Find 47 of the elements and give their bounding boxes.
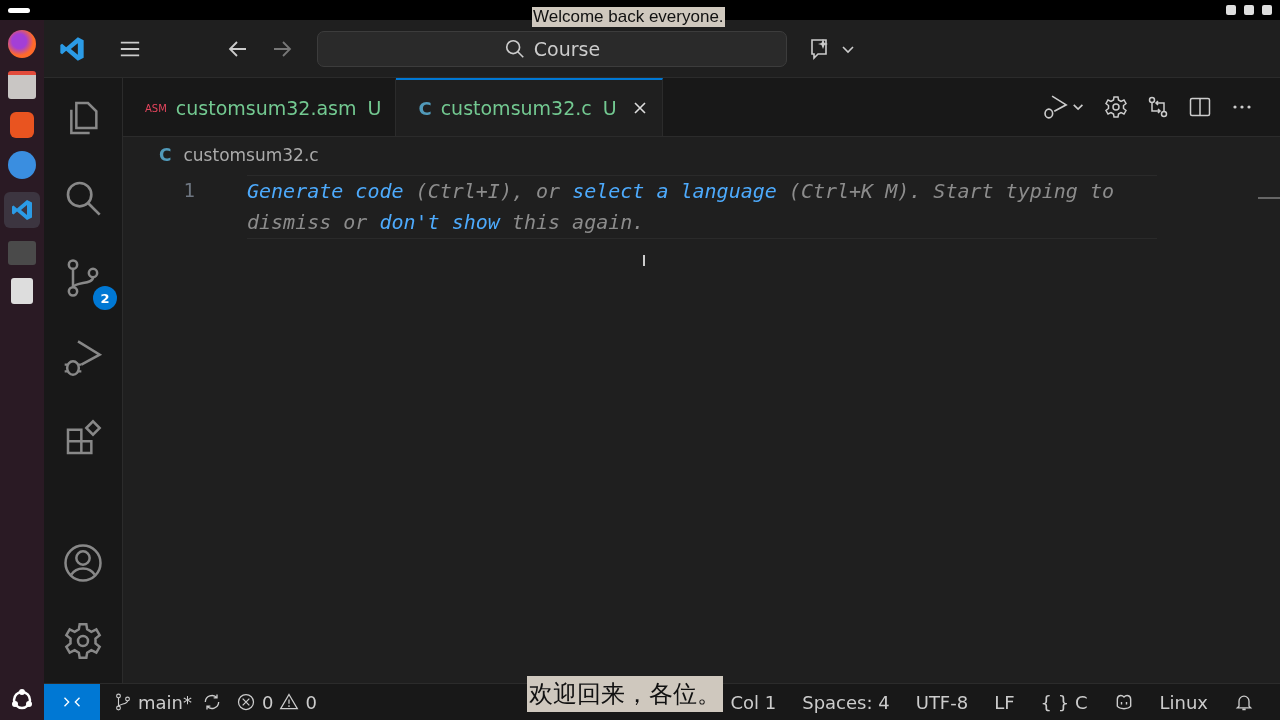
subtitle-caption: Welcome back everyone.	[532, 7, 725, 27]
app-store-icon[interactable]	[10, 112, 34, 138]
run-debug-icon[interactable]	[63, 338, 103, 378]
run-debug-icon[interactable]	[1042, 94, 1086, 120]
untracked-label: U	[367, 97, 382, 119]
hint-link[interactable]: don't show	[379, 210, 500, 234]
account-icon[interactable]	[63, 543, 103, 583]
subtitle-caption: 欢迎回来，各位。	[527, 676, 723, 712]
editor-tab[interactable]: C customsum32.c U	[396, 78, 663, 136]
tab-label: customsum32.asm	[175, 97, 357, 119]
close-icon[interactable]	[631, 100, 648, 116]
editor-hint-text: Generate code (Ctrl+I), or select a language (Ctrl+K M). Start typing to dismiss or don't show this again.	[247, 178, 1115, 236]
branch-button[interactable]: main*	[114, 691, 192, 713]
status-item[interactable]: { } C	[1040, 691, 1088, 713]
breadcrumb-item[interactable]: customsum32.c	[183, 145, 319, 165]
status-item[interactable]: Spaces: 4	[802, 691, 890, 713]
command-center-search[interactable]: Course	[317, 30, 787, 67]
error-icon	[236, 692, 256, 712]
status-item[interactable]: LF	[994, 691, 1015, 713]
problems-button[interactable]: 0 0	[236, 691, 317, 713]
branch-icon	[114, 693, 132, 711]
app-grid-icon[interactable]	[10, 688, 34, 712]
untracked-label: U	[602, 97, 617, 119]
warning-icon	[279, 692, 300, 712]
split-editor-icon[interactable]	[1188, 95, 1212, 119]
notification-badge: 2	[93, 286, 117, 310]
browser-icon[interactable]	[8, 30, 36, 58]
tab-label: customsum32.c	[440, 97, 592, 119]
code-editor-icon[interactable]	[4, 192, 40, 228]
status-item[interactable]: Linux	[1159, 691, 1208, 713]
hint-link[interactable]: Generate code	[247, 179, 404, 203]
line-number: 1	[182, 178, 195, 203]
search-icon	[503, 37, 526, 60]
activities-indicator[interactable]	[8, 7, 30, 13]
settings-icon[interactable]	[63, 621, 103, 661]
c-file-icon: C	[159, 145, 172, 165]
status-item[interactable]: Col 1	[730, 691, 777, 713]
compare-changes-icon[interactable]	[1146, 95, 1170, 119]
settings-icon[interactable]	[1104, 95, 1128, 119]
sync-icon[interactable]	[202, 692, 222, 712]
text-cursor-icon	[643, 255, 645, 266]
status-item[interactable]: UTF-8	[915, 691, 969, 713]
sparkle-chat-icon[interactable]	[809, 36, 857, 61]
hint-link[interactable]: select a language	[572, 179, 777, 203]
file-type-icon: ASM	[145, 102, 167, 114]
file-type-icon: C	[418, 97, 432, 119]
scrollbar-marker	[1258, 197, 1280, 199]
